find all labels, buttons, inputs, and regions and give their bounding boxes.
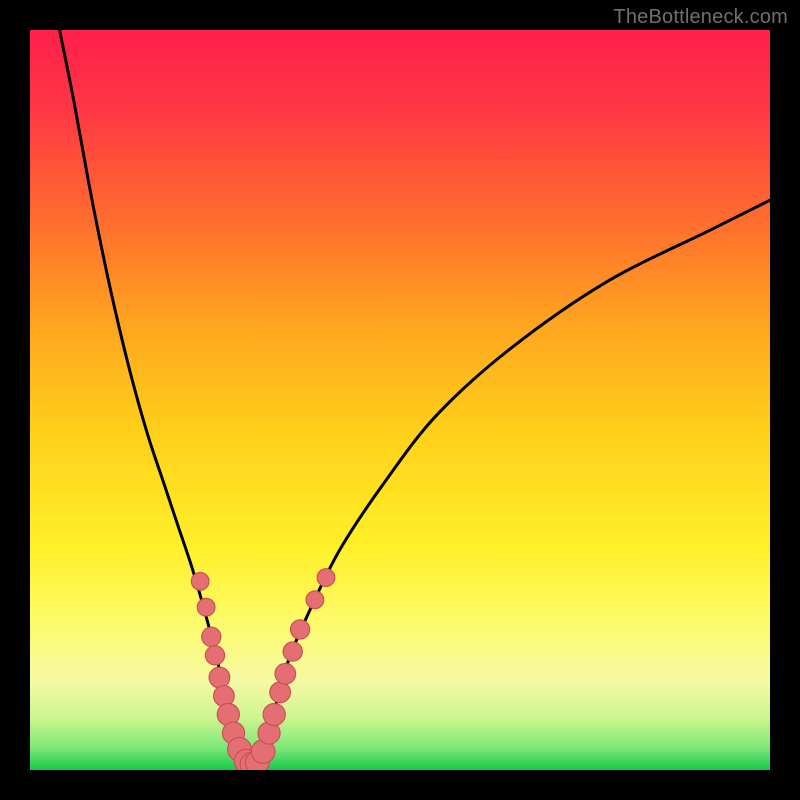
highlight-dot	[197, 598, 215, 616]
highlight-dot	[306, 591, 324, 609]
highlight-dot	[270, 682, 291, 703]
highlight-dot	[191, 572, 209, 590]
watermark-text: TheBottleneck.com	[613, 6, 788, 29]
highlight-dot	[209, 667, 230, 688]
highlight-dot	[317, 569, 335, 587]
chart-svg	[30, 30, 770, 770]
highlight-dot	[202, 627, 221, 646]
highlight-dot	[205, 646, 224, 665]
outer-frame: TheBottleneck.com	[0, 0, 800, 800]
highlight-dot	[283, 642, 302, 661]
highlight-dot	[263, 703, 285, 725]
gradient-background	[30, 30, 770, 770]
highlight-dot	[275, 663, 296, 684]
highlight-dot	[290, 620, 309, 639]
plot-area	[30, 30, 770, 770]
